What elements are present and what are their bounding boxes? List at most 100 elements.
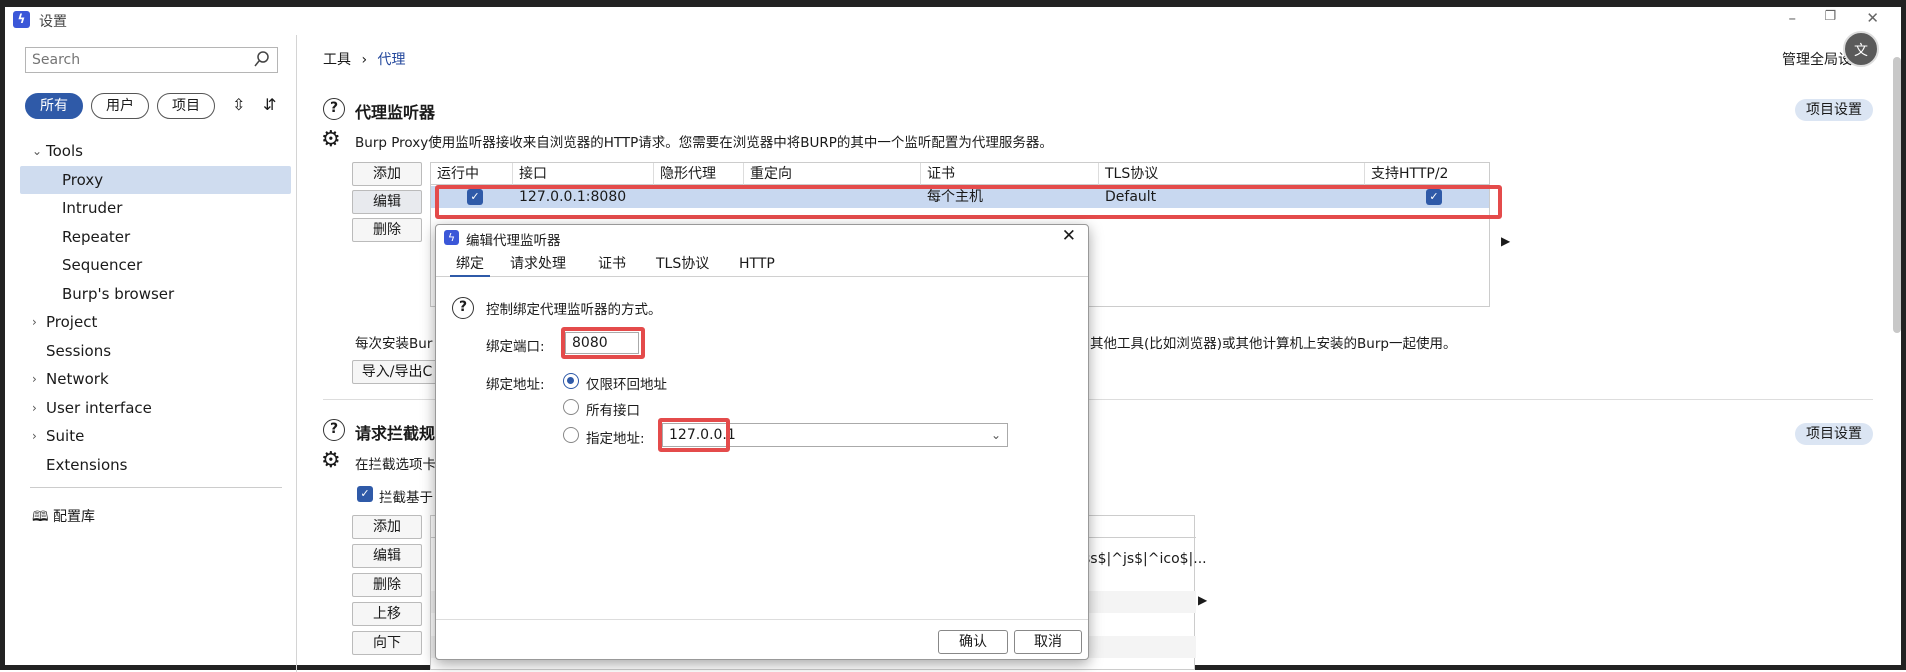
rule-cell: ss$|^js$|^ico$|... bbox=[1083, 551, 1207, 567]
window-title: 设置 bbox=[39, 14, 67, 30]
close-icon[interactable]: ✕ bbox=[1062, 226, 1076, 246]
tree-item-sequencer[interactable]: Sequencer bbox=[62, 251, 282, 279]
radio-specific-address[interactable] bbox=[563, 427, 579, 443]
tree-item-tools[interactable]: ⌄ Tools bbox=[30, 137, 290, 165]
breadcrumb-tools[interactable]: 工具 bbox=[323, 52, 351, 68]
filter-user[interactable]: 用户 bbox=[91, 93, 149, 119]
settings-window: ϟ 设置 – ❐ ✕ 所有 用户 项目 ⇳ ⇵ ⌄ Tools Proxy In… bbox=[0, 0, 1906, 672]
collapse-all-icon[interactable]: ⇵ bbox=[263, 95, 276, 114]
dialog-tabs: 绑定 请求处理 证书 TLS协议 HTTP bbox=[436, 253, 1088, 277]
search-box[interactable] bbox=[25, 47, 278, 73]
add-rule-button[interactable]: 添加 bbox=[352, 515, 422, 539]
tree-item-intruder[interactable]: Intruder bbox=[62, 194, 282, 222]
remove-listener-button[interactable]: 删除 bbox=[352, 218, 422, 242]
edit-listener-button[interactable]: 编辑 bbox=[352, 190, 422, 214]
chevron-right-icon: › bbox=[32, 372, 37, 386]
search-input[interactable] bbox=[32, 49, 247, 71]
column-header[interactable]: 支持HTTP/2 bbox=[1365, 163, 1489, 185]
move-up-button[interactable]: 上移 bbox=[352, 602, 422, 626]
burp-lightning-icon: ϟ bbox=[444, 230, 459, 245]
close-icon[interactable]: ✕ bbox=[1866, 9, 1879, 27]
search-icon[interactable] bbox=[253, 50, 271, 68]
scrollbar[interactable] bbox=[1893, 57, 1901, 333]
help-icon[interactable]: ? bbox=[323, 98, 345, 120]
column-header[interactable]: 运行中 bbox=[431, 163, 513, 185]
tab-certificate[interactable]: 证书 bbox=[598, 253, 626, 277]
annotation-highlight-address bbox=[658, 418, 730, 452]
filter-all[interactable]: 所有 bbox=[25, 93, 83, 119]
intercept-checkbox-label: 拦截基于 bbox=[379, 490, 433, 506]
cancel-button[interactable]: 取消 bbox=[1014, 630, 1082, 654]
config-library[interactable]: 🕮 配置库 bbox=[32, 503, 232, 531]
section-description: 在拦截选项卡 bbox=[355, 457, 436, 473]
tab-http[interactable]: HTTP bbox=[739, 253, 775, 277]
dialog-title-bar: ϟ 编辑代理监听器 ✕ bbox=[436, 225, 1088, 251]
breadcrumb: 工具 › 代理 bbox=[323, 52, 406, 68]
tree-item-proxy[interactable]: Proxy bbox=[20, 166, 291, 194]
radio-specific-address-label: 指定地址: bbox=[586, 431, 645, 447]
annotation-highlight-port bbox=[561, 327, 645, 359]
add-listener-button[interactable]: 添加 bbox=[352, 162, 422, 186]
project-settings-button[interactable]: 项目设置 bbox=[1795, 99, 1873, 121]
radio-loopback[interactable] bbox=[563, 373, 579, 389]
expand-all-icon[interactable]: ⇳ bbox=[232, 95, 245, 114]
chevron-right-icon: › bbox=[32, 429, 37, 443]
tree-item-user-interface[interactable]: › User interface bbox=[30, 394, 290, 422]
dialog-title: 编辑代理监听器 bbox=[466, 233, 561, 249]
translate-icon[interactable]: 文 bbox=[1843, 31, 1879, 67]
radio-all-interfaces[interactable] bbox=[563, 399, 579, 415]
intercept-checkbox[interactable]: ✓ bbox=[357, 486, 373, 502]
gear-icon[interactable]: ⚙ bbox=[321, 127, 341, 152]
tree-item-sessions[interactable]: Sessions bbox=[46, 337, 286, 365]
tab-tls[interactable]: TLS协议 bbox=[656, 253, 709, 277]
filter-project[interactable]: 项目 bbox=[157, 93, 215, 119]
tree-item-extensions[interactable]: Extensions bbox=[46, 451, 286, 479]
breadcrumb-proxy[interactable]: 代理 bbox=[378, 52, 406, 68]
section-title-proxy-listeners: 代理监听器 bbox=[355, 103, 436, 122]
help-icon[interactable]: ? bbox=[323, 419, 345, 441]
caret-right-icon[interactable]: ▶ bbox=[1198, 593, 1207, 607]
divider bbox=[30, 487, 282, 488]
project-settings-button[interactable]: 项目设置 bbox=[1795, 423, 1873, 445]
remove-rule-button[interactable]: 删除 bbox=[352, 573, 422, 597]
burp-lightning-icon: ϟ bbox=[13, 11, 30, 28]
tree-item-project[interactable]: › Project bbox=[30, 308, 290, 336]
tree-item-repeater[interactable]: Repeater bbox=[62, 223, 282, 251]
cert-note-left: 每次安装Bur bbox=[355, 336, 433, 352]
port-label: 绑定端口: bbox=[486, 339, 545, 355]
dialog-help-text: 控制绑定代理监听器的方式。 bbox=[486, 302, 662, 318]
title-bar: ϟ 设置 – ❐ ✕ bbox=[5, 7, 1901, 35]
edit-rule-button[interactable]: 编辑 bbox=[352, 544, 422, 568]
chevron-down-icon: ⌄ bbox=[32, 144, 43, 158]
address-label: 绑定地址: bbox=[486, 377, 545, 393]
dialog-footer-divider bbox=[436, 619, 1088, 620]
tab-request-handling[interactable]: 请求处理 bbox=[510, 253, 566, 277]
annotation-highlight-row bbox=[435, 185, 1502, 219]
tree-item-burps-browser[interactable]: Burp's browser bbox=[62, 280, 282, 308]
column-header[interactable]: 隐形代理 bbox=[654, 163, 744, 185]
restore-icon[interactable]: ❐ bbox=[1824, 9, 1836, 24]
radio-loopback-label: 仅限环回地址 bbox=[586, 377, 667, 393]
minimize-icon[interactable]: – bbox=[1789, 9, 1797, 27]
help-icon[interactable]: ? bbox=[452, 297, 474, 319]
sidebar: 所有 用户 项目 ⇳ ⇵ ⌄ Tools Proxy Intruder Repe… bbox=[5, 35, 297, 672]
column-header[interactable]: 重定向 bbox=[744, 163, 921, 185]
move-down-button[interactable]: 向下 bbox=[352, 631, 422, 655]
tree-item-network[interactable]: › Network bbox=[30, 365, 290, 393]
tab-binding[interactable]: 绑定 bbox=[450, 253, 490, 277]
tree-item-suite[interactable]: › Suite bbox=[30, 422, 290, 450]
column-header[interactable]: TLS协议 bbox=[1099, 163, 1365, 185]
column-header[interactable]: 证书 bbox=[921, 163, 1099, 185]
gear-icon[interactable]: ⚙ bbox=[321, 448, 341, 473]
section-description: Burp Proxy使用监听器接收来自浏览器的HTTP请求。您需要在浏览器中将B… bbox=[355, 135, 1053, 151]
import-export-button[interactable]: 导入/导出C bbox=[352, 360, 442, 384]
caret-right-icon[interactable]: ▶ bbox=[1501, 234, 1510, 248]
book-icon: 🕮 bbox=[32, 509, 49, 525]
chevron-right-icon: › bbox=[32, 401, 37, 415]
section-title-intercept-rules: 请求拦截规 bbox=[355, 424, 436, 443]
chevron-right-icon: › bbox=[32, 315, 37, 329]
radio-all-interfaces-label: 所有接口 bbox=[586, 403, 640, 419]
ok-button[interactable]: 确认 bbox=[938, 630, 1008, 654]
column-header[interactable]: 接口 bbox=[513, 163, 654, 185]
chevron-down-icon: ⌄ bbox=[990, 428, 1001, 442]
